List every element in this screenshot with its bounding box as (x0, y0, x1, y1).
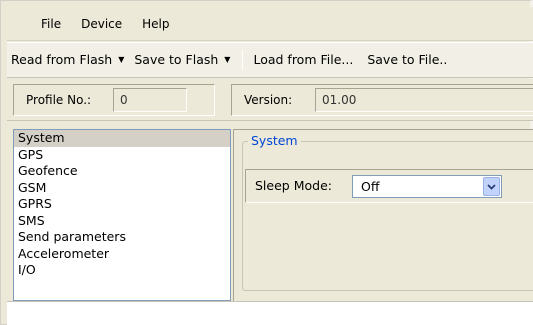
profile-number-label: Profile No.: (26, 93, 92, 107)
list-item-gsm[interactable]: GSM (14, 180, 230, 197)
list-item-sms[interactable]: SMS (14, 213, 230, 230)
sleep-mode-select[interactable]: Off (352, 175, 502, 198)
dropdown-button[interactable] (483, 177, 500, 196)
list-item-accelerometer[interactable]: Accelerometer (14, 246, 230, 263)
read-from-flash-label: Read from Flash (11, 52, 113, 67)
settings-category-list[interactable]: System GPS Geofence GSM GPRS SMS Send pa… (13, 129, 231, 301)
menu-help[interactable]: Help (132, 7, 179, 41)
chevron-down-icon (487, 183, 496, 190)
profile-number-field[interactable]: 0 (113, 88, 187, 112)
load-from-file-label: Load from File... (253, 52, 354, 67)
status-area (7, 301, 533, 325)
read-from-flash-button[interactable]: Read from Flash ▼ (7, 45, 130, 75)
toolbar: Read from Flash ▼ Save to Flash ▼ Load f… (7, 42, 533, 78)
list-item-gps[interactable]: GPS (14, 147, 230, 164)
sleep-mode-value: Off (361, 179, 380, 194)
list-item-send-parameters[interactable]: Send parameters (14, 229, 230, 246)
version-group: Version: 01.00 (231, 84, 533, 116)
list-item-geofence[interactable]: Geofence (14, 163, 230, 180)
profile-number-group: Profile No.: 0 (13, 84, 215, 116)
application-window: File Device Help Read from Flash ▼ Save … (0, 0, 533, 325)
dropdown-arrow-icon[interactable]: ▼ (118, 45, 124, 75)
load-from-file-button[interactable]: Load from File... (249, 45, 357, 75)
toolbar-separator (242, 50, 244, 70)
list-item-system[interactable]: System (14, 130, 230, 147)
save-to-file-button[interactable]: Save to File.. (363, 45, 451, 75)
list-item-io[interactable]: I/O (14, 262, 230, 279)
group-title: System (248, 134, 301, 148)
save-to-flash-label: Save to Flash (134, 52, 219, 67)
sleep-mode-row: Sleep Mode: Off (245, 169, 533, 203)
menu-file[interactable]: File (31, 7, 71, 41)
dropdown-arrow-icon[interactable]: ▼ (224, 45, 230, 75)
menu-device[interactable]: Device (71, 7, 132, 41)
version-label: Version: (244, 93, 293, 107)
save-to-flash-button[interactable]: Save to Flash ▼ (130, 45, 236, 75)
profile-bar: Profile No.: 0 Version: 01.00 (7, 79, 533, 121)
menu-bar: File Device Help (7, 7, 533, 41)
save-to-file-label: Save to File.. (367, 52, 448, 67)
system-groupbox (242, 141, 533, 291)
sleep-mode-label: Sleep Mode: (255, 178, 332, 193)
list-item-gprs[interactable]: GPRS (14, 196, 230, 213)
settings-panel: System (233, 129, 533, 301)
version-field: 01.00 (315, 88, 533, 112)
